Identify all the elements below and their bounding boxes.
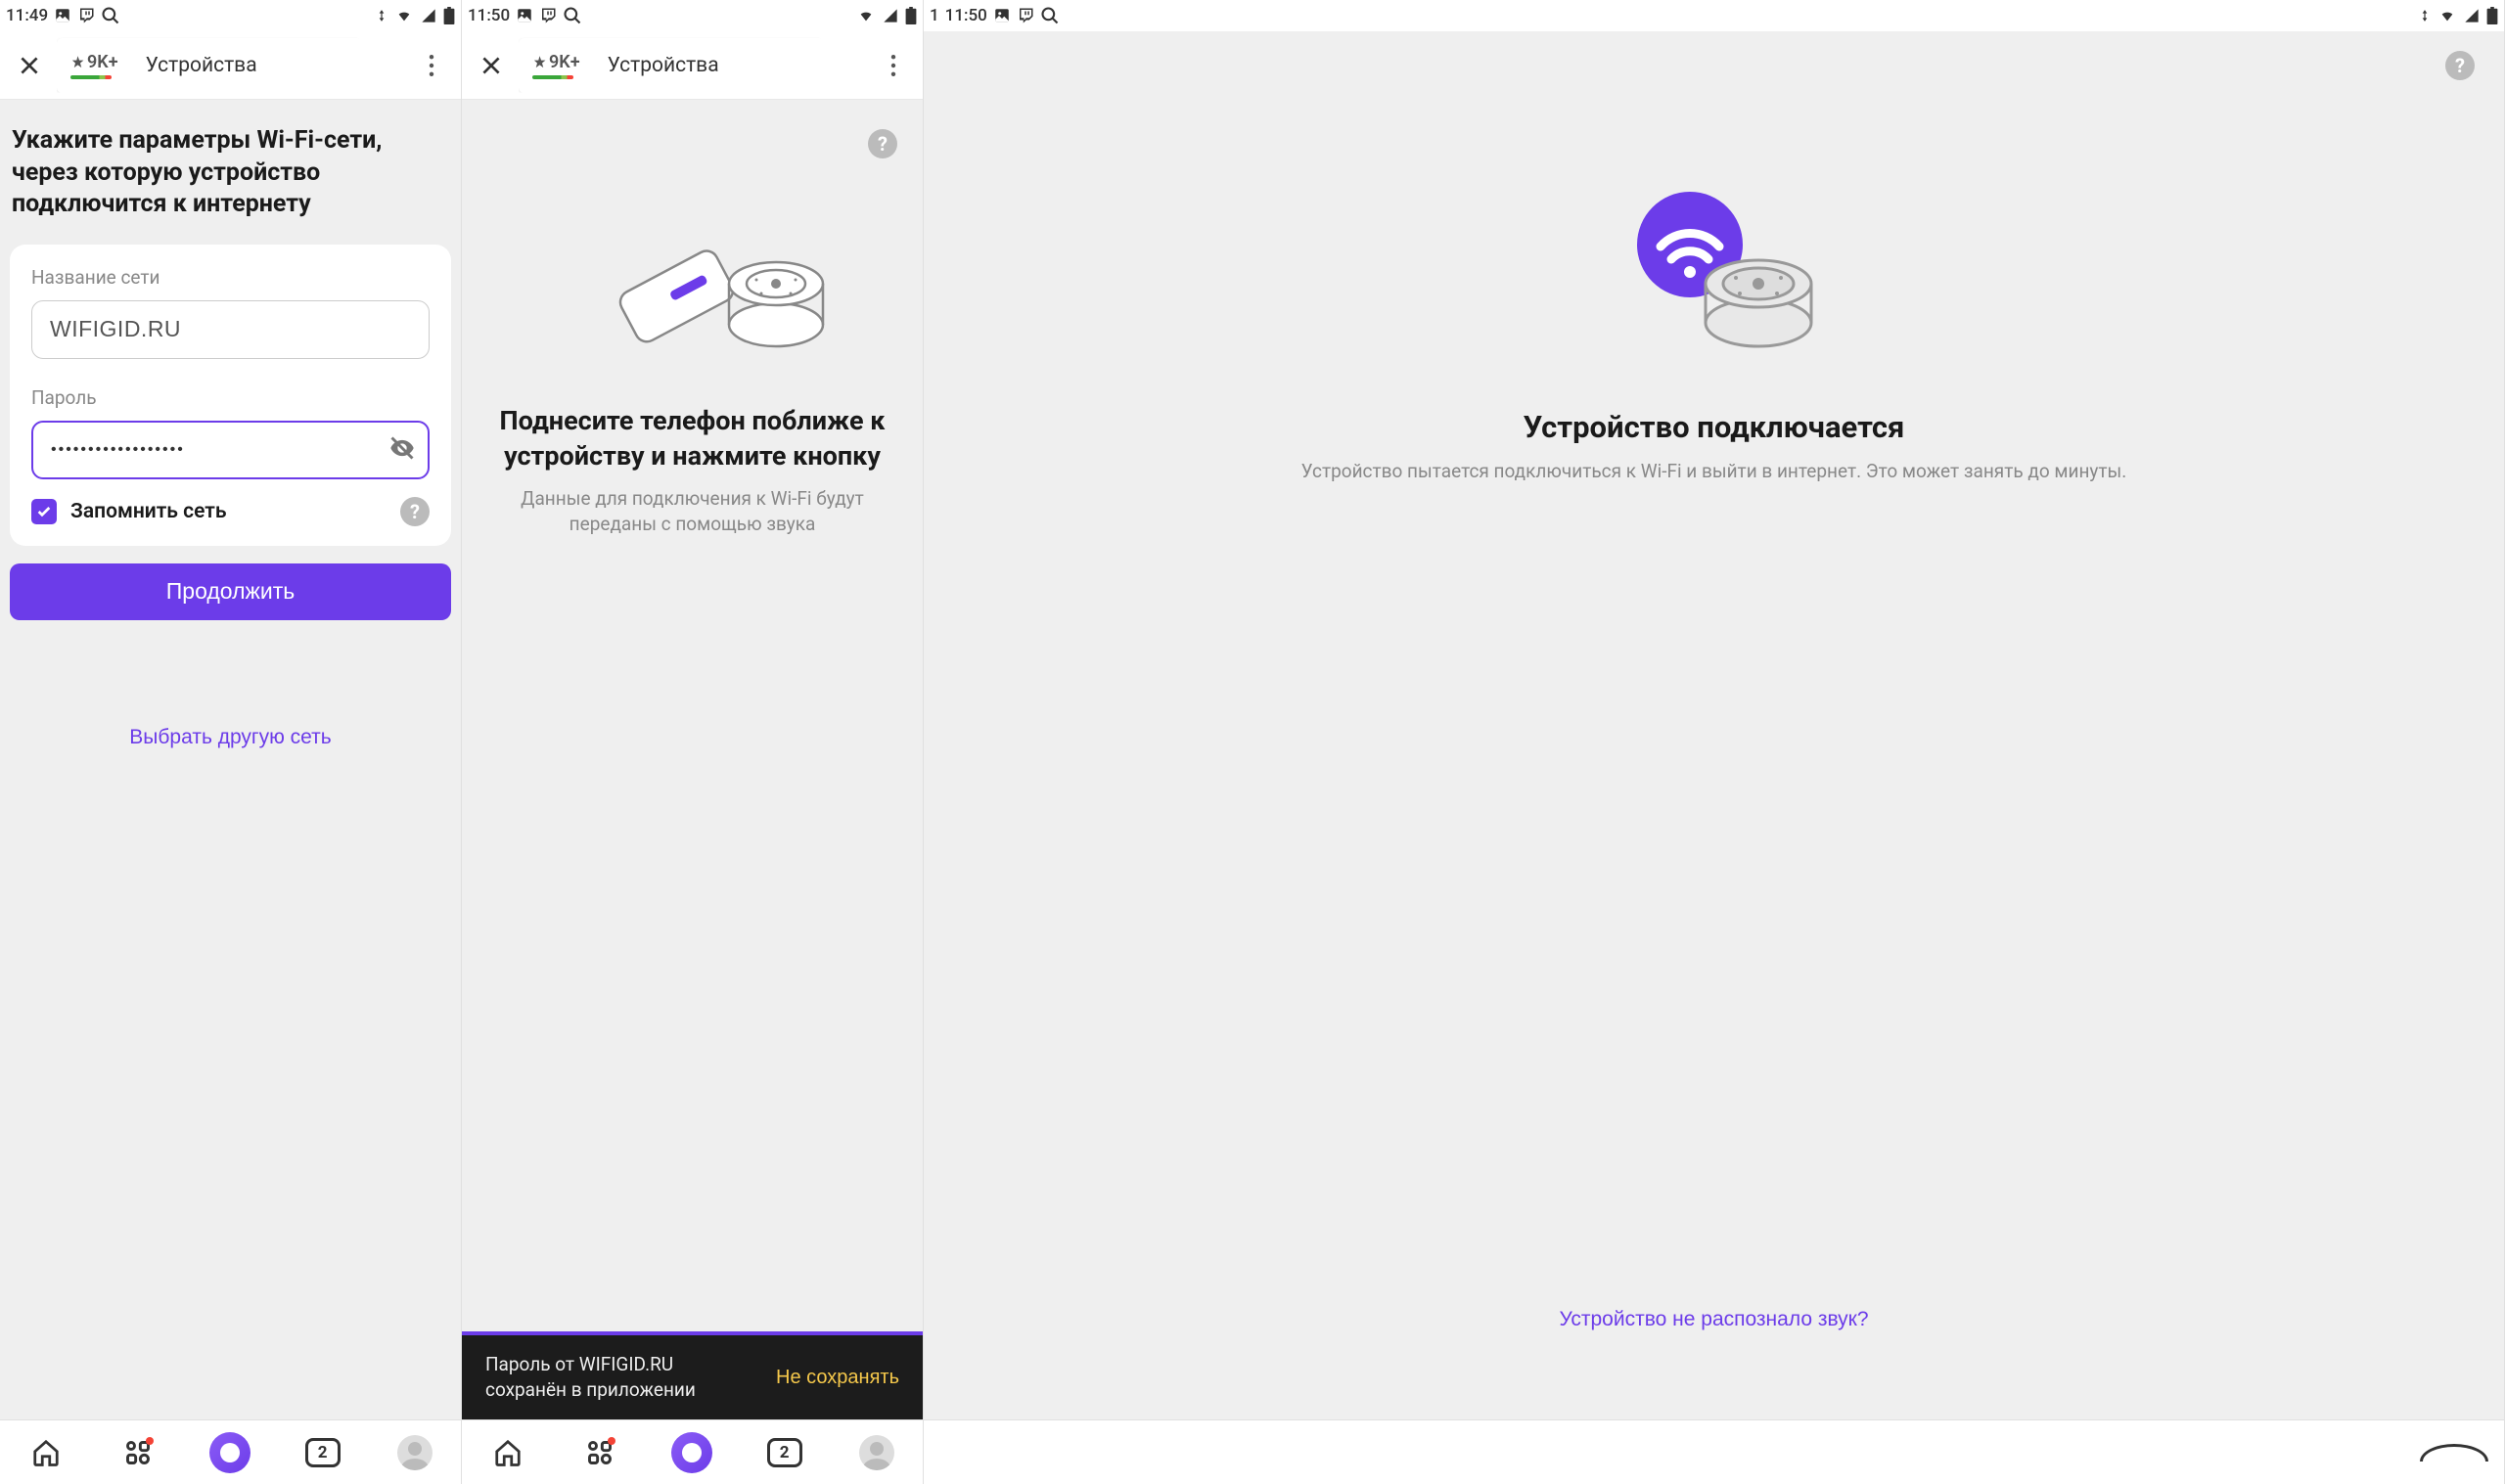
continue-button[interactable]: Продолжить xyxy=(10,563,451,620)
wifi-icon xyxy=(856,8,876,23)
nav-home[interactable] xyxy=(486,1431,529,1474)
home-icon xyxy=(493,1438,523,1467)
page-heading: Укажите параметры Wi-Fi-сети, через кото… xyxy=(0,100,461,245)
remember-checkbox[interactable] xyxy=(31,499,57,524)
sync-icon xyxy=(375,8,388,23)
browser-tab[interactable]: 9K+ Устройства xyxy=(57,38,410,93)
status-bar: 1 11:50 xyxy=(924,0,2504,31)
status-bar: 11:49 xyxy=(0,0,461,31)
password-label: Пароль xyxy=(31,386,430,409)
status-time: 11:49 xyxy=(6,6,48,25)
wifi-form-card: Название сети Пароль Запомнить сеть ? xyxy=(10,245,451,546)
phone-device-illustration xyxy=(462,217,923,364)
bottom-nav: 2 xyxy=(462,1419,923,1484)
alice-icon xyxy=(671,1432,712,1473)
password-input[interactable] xyxy=(31,421,430,479)
sound-not-recognized-link[interactable]: Устройство не распознало звук? xyxy=(924,1308,2504,1331)
help-button[interactable]: ? xyxy=(2445,51,2475,80)
network-name-input[interactable] xyxy=(31,300,430,359)
nav-alice[interactable] xyxy=(208,1431,251,1474)
browser-tab[interactable]: 9K+ Устройства xyxy=(519,38,872,93)
wifi-icon xyxy=(2437,8,2457,23)
search-icon xyxy=(563,6,582,25)
help-button[interactable]: ? xyxy=(400,497,430,526)
nav-alice[interactable] xyxy=(670,1431,713,1474)
tabs-count: 2 xyxy=(305,1438,341,1467)
twitch-icon xyxy=(1017,7,1034,24)
remember-label: Запомнить сеть xyxy=(70,500,387,523)
nav-tabs[interactable]: 2 xyxy=(301,1431,344,1474)
tab-title: Устройства xyxy=(608,54,719,77)
tab-title: Устройства xyxy=(146,54,257,77)
battery-icon xyxy=(905,7,917,24)
bottom-nav: 2 xyxy=(0,1419,461,1484)
bottom-nav-partial xyxy=(924,1419,2504,1484)
signal-icon xyxy=(420,8,437,23)
nav-home[interactable] xyxy=(24,1431,68,1474)
snackbar-dismiss-button[interactable]: Не сохранять xyxy=(776,1367,899,1389)
status-bar: 11:50 xyxy=(462,0,923,31)
help-button[interactable]: ? xyxy=(868,129,897,158)
app-header: 9K+ Устройства xyxy=(462,31,923,100)
signal-icon xyxy=(2463,8,2481,23)
twitch-icon xyxy=(539,7,557,24)
status-time: 11:50 xyxy=(945,6,987,25)
home-icon xyxy=(31,1438,61,1467)
nav-profile[interactable] xyxy=(393,1431,436,1474)
network-name-label: Название сети xyxy=(31,266,430,289)
alice-icon xyxy=(209,1432,250,1473)
menu-button[interactable] xyxy=(872,44,915,87)
close-button[interactable] xyxy=(8,44,51,87)
tab-rating: 9K+ xyxy=(87,52,118,72)
wifi-icon xyxy=(394,8,414,23)
search-icon xyxy=(1040,6,1060,25)
instruction-subtitle: Данные для подключения к Wi-Fi будут пер… xyxy=(462,486,923,538)
sync-icon xyxy=(2418,8,2432,23)
toggle-password-visibility[interactable] xyxy=(388,434,416,466)
app-header: 9K+ Устройства xyxy=(0,31,461,100)
connecting-illustration xyxy=(924,186,2504,362)
nav-partial-icon xyxy=(2420,1444,2488,1462)
connecting-title: Устройство подключается xyxy=(924,409,2504,445)
check-icon xyxy=(36,504,52,519)
nav-services[interactable] xyxy=(578,1431,621,1474)
signal-icon xyxy=(882,8,899,23)
star-icon xyxy=(532,55,547,69)
battery-icon xyxy=(2486,7,2498,24)
choose-other-network-link[interactable]: Выбрать другую сеть xyxy=(0,726,461,749)
nav-profile[interactable] xyxy=(855,1431,898,1474)
eye-off-icon xyxy=(388,434,416,462)
photo-icon xyxy=(516,7,533,24)
instruction-title: Поднесите телефон поближе к устройству и… xyxy=(462,364,923,486)
snackbar: Пароль от WIFIGID.RU сохранён в приложен… xyxy=(462,1331,923,1419)
connecting-subtitle: Устройство пытается подключиться к Wi-Fi… xyxy=(924,445,2504,485)
rating-bar xyxy=(70,75,112,79)
close-button[interactable] xyxy=(470,44,513,87)
notification-dot xyxy=(146,1437,154,1445)
snackbar-message: Пароль от WIFIGID.RU сохранён в приложен… xyxy=(485,1352,696,1402)
photo-icon xyxy=(54,7,71,24)
tab-rating: 9K+ xyxy=(549,52,580,72)
notification-dot xyxy=(608,1437,615,1445)
search-icon xyxy=(101,6,120,25)
avatar-icon xyxy=(397,1435,433,1470)
photo-icon xyxy=(993,7,1011,24)
rating-bar xyxy=(532,75,573,79)
status-time: 11:50 xyxy=(468,6,510,25)
avatar-icon xyxy=(859,1435,894,1470)
twitch-icon xyxy=(77,7,95,24)
nav-tabs[interactable]: 2 xyxy=(763,1431,806,1474)
menu-button[interactable] xyxy=(410,44,453,87)
tabs-count: 2 xyxy=(767,1438,802,1467)
status-prefix: 1 xyxy=(930,6,939,25)
star-icon xyxy=(70,55,85,69)
battery-icon xyxy=(443,7,455,24)
nav-services[interactable] xyxy=(116,1431,159,1474)
